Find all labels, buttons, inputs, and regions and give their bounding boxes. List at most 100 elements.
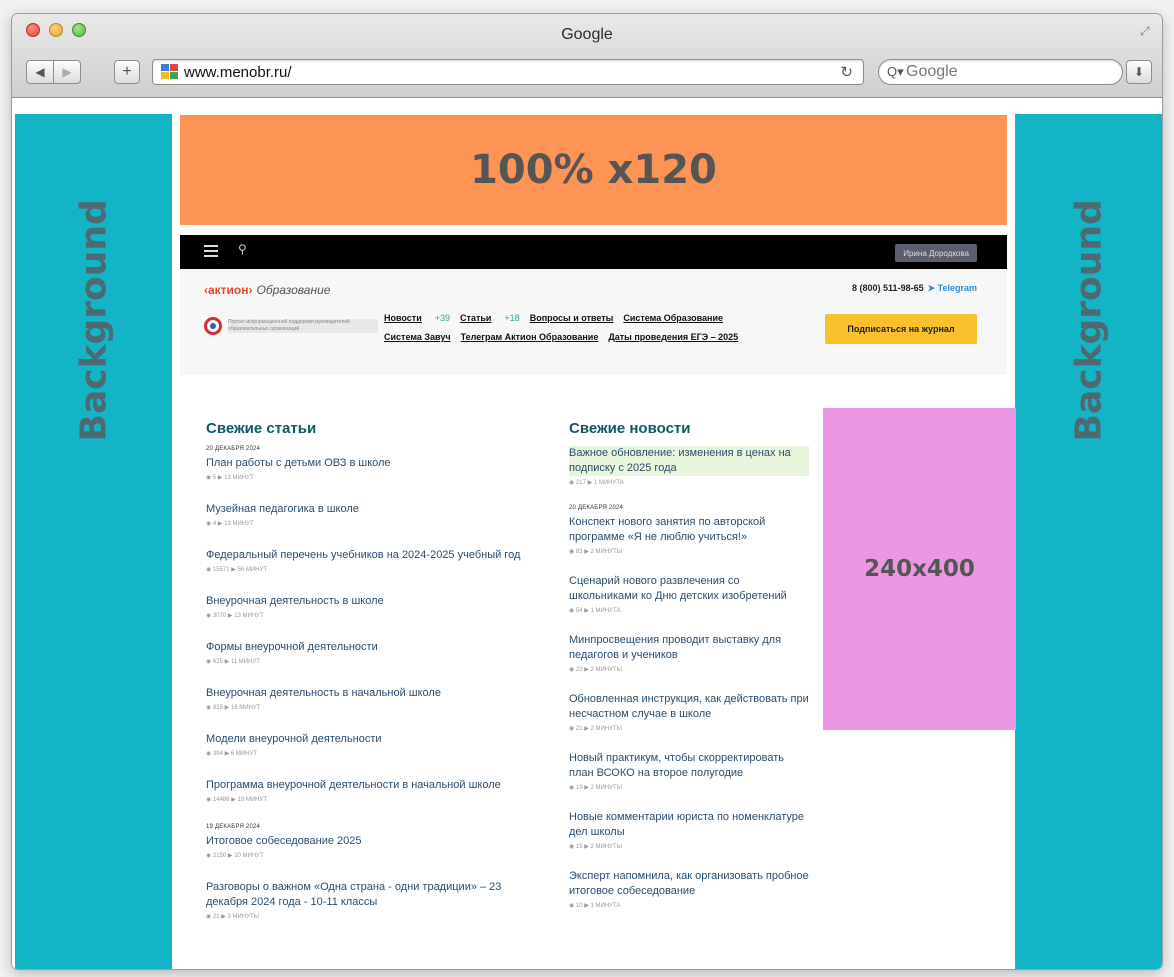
user-name: Ирина Дородкова xyxy=(903,248,969,258)
nav-link[interactable]: Телеграм Актион Образование xyxy=(461,332,599,342)
fresh-news-column: Свежие новости Важное обновление: измене… xyxy=(569,420,809,928)
menu-icon[interactable] xyxy=(204,245,218,257)
item-title-link[interactable]: Минпросвещения проводит выставку для пед… xyxy=(569,633,809,663)
item-title-link[interactable]: Эксперт напомнила, как организовать проб… xyxy=(569,869,809,899)
window-title: Google xyxy=(561,26,613,43)
item-title-link[interactable]: Новые комментарии юриста по номенклатуре… xyxy=(569,810,809,840)
nav-link[interactable]: Вопросы и ответы xyxy=(530,313,614,323)
background-left-label: Background xyxy=(73,199,115,442)
list-item: Формы внеурочной деятельности ◉ 625 ▶ 11 … xyxy=(206,640,546,665)
telegram-link[interactable]: ➤ Telegram xyxy=(928,283,977,293)
list-item: 20 ДЕКАБРЯ 2024 План работы с детьми ОВЗ … xyxy=(206,446,546,481)
list-item: Эксперт напомнила, как организовать проб… xyxy=(569,869,809,909)
background-right-label: Background xyxy=(1068,199,1110,442)
item-title-link[interactable]: Итоговое собеседование 2025 xyxy=(206,834,546,849)
back-button[interactable]: ◀ xyxy=(26,60,54,84)
forward-button[interactable]: ▶ xyxy=(53,60,81,84)
nav-count-badge: +39 xyxy=(434,313,451,323)
item-meta: ◉ 3070 ▶ 13 МИНУТ xyxy=(206,613,264,619)
item-title-link[interactable]: Новый практикум, чтобы скорректировать п… xyxy=(569,751,809,781)
item-title-link[interactable]: Важное обновление: изменения в ценах на … xyxy=(569,446,809,476)
list-item: Новый практикум, чтобы скорректировать п… xyxy=(569,751,809,791)
item-title-link[interactable]: План работы с детьми ОВЗ в школе xyxy=(206,456,546,471)
nav-link[interactable]: Новости xyxy=(384,313,422,323)
site-search-icon[interactable]: ⚲ xyxy=(238,242,247,256)
item-title-link[interactable]: Конспект нового занятия по авторской про… xyxy=(569,515,809,545)
nav-link[interactable]: Система Завуч xyxy=(384,332,451,342)
fullscreen-icon[interactable]: ⤢ xyxy=(1140,24,1154,38)
item-meta: ◉ 15571 ▶ 56 МИНУТ xyxy=(206,567,267,573)
item-title-link[interactable]: Формы внеурочной деятельности xyxy=(206,640,546,655)
item-meta: ◉ 10 ▶ 1 МИНУТА xyxy=(569,903,621,909)
item-title-link[interactable]: Модели внеурочной деятельности xyxy=(206,732,546,747)
downloads-button[interactable]: ⬇ xyxy=(1126,60,1152,84)
item-meta: ◉ 394 ▶ 6 МИНУТ xyxy=(206,751,257,757)
list-item: Внеурочная деятельность в начальной школ… xyxy=(206,686,546,711)
nav-link[interactable]: Даты проведения ЕГЭ – 2025 xyxy=(608,332,738,342)
item-meta: ◉ 83 ▶ 2 МИНУТЫ xyxy=(569,549,622,555)
list-item: Модели внеурочной деятельности ◉ 394 ▶ 6 … xyxy=(206,732,546,757)
list-item: Внеурочная деятельность в школе ◉ 3070 ▶ … xyxy=(206,594,546,619)
side-banner-placeholder: 240x400 xyxy=(823,408,1016,730)
phone-number: 8 (800) 511-98-65 xyxy=(852,283,924,293)
list-item: Минпросвещения проводит выставку для пед… xyxy=(569,633,809,673)
item-meta: ◉ 21 ▶ 2 МИНУТЫ xyxy=(569,726,622,732)
list-item: 20 ДЕКАБРЯ 2024 Конспект нового занятия п… xyxy=(569,505,809,555)
date-heading: 19 ДЕКАБРЯ 2024 xyxy=(206,824,261,830)
item-meta: ◉ 217 ▶ 1 МИНУТА xyxy=(569,480,624,486)
list-item: Обновленная инструкция, как действовать … xyxy=(569,692,809,732)
url-text: www.menobr.ru/ xyxy=(184,64,292,81)
list-item: Федеральный перечень учебников на 2024-2… xyxy=(206,548,546,573)
logo-sub: Образование xyxy=(256,283,331,297)
contact-phone[interactable]: 8 (800) 511-98-65 ➤ Telegram xyxy=(852,283,977,294)
main-navigation: Новости +39 Статьи +18 Вопросы и ответы Систе… xyxy=(384,313,764,351)
browser-window: Google ⤢ ◀ ▶ + www.menobr.ru/ ↻ Q▾ Googl… xyxy=(12,14,1162,969)
search-icon: Q▾ xyxy=(887,64,904,79)
search-field[interactable]: Q▾ Google xyxy=(878,59,1123,85)
articles-list: 20 ДЕКАБРЯ 2024 План работы с детьми ОВЗ … xyxy=(206,446,546,920)
item-meta: ◉ 15 ▶ 2 МИНУТЫ xyxy=(569,844,622,850)
logo-main: ‹актион› xyxy=(204,283,253,297)
add-bookmark-button[interactable]: + xyxy=(114,60,140,84)
nav-link[interactable]: Система Образование xyxy=(623,313,723,323)
portal-emblem-text: Портал информационной поддержки руководи… xyxy=(228,319,378,333)
item-meta: ◉ 19 ▶ 2 МИНУТЫ xyxy=(569,785,622,791)
telegram-label: Telegram xyxy=(937,283,977,293)
nav-link[interactable]: Статьи xyxy=(460,313,491,323)
google-favicon-icon xyxy=(161,64,178,79)
item-meta: ◉ 2150 ▶ 10 МИНУТ xyxy=(206,853,264,859)
item-title-link[interactable]: Сценарий нового развлечения со школьника… xyxy=(569,574,809,604)
page-viewport: Background Background 100% x120 ⚲ Ирина … xyxy=(12,99,1162,969)
aktion-logo[interactable]: ‹актион› Образование xyxy=(204,283,330,297)
item-title-link[interactable]: Федеральный перечень учебников на 2024-2… xyxy=(206,548,546,563)
user-account-button[interactable]: Ирина Дородкова xyxy=(895,244,977,262)
item-meta: ◉ 54 ▶ 1 МИНУТА xyxy=(569,608,621,614)
date-heading: 20 ДЕКАБРЯ 2024 xyxy=(206,446,261,452)
portal-emblem: Портал информационной поддержки руководи… xyxy=(204,315,379,337)
site-header: ‹актион› Образование 8 (800) 511-98-65 ➤ T… xyxy=(180,269,1007,375)
top-banner-label: 100% x120 xyxy=(470,147,717,193)
fresh-news-title: Свежие новости xyxy=(569,420,691,437)
list-item: Разговоры о важном «Одна страна - одни т… xyxy=(206,880,546,920)
item-title-link[interactable]: Обновленная инструкция, как действовать … xyxy=(569,692,809,722)
list-item: Программа внеурочной деятельности в нача… xyxy=(206,778,546,803)
website: ⚲ Ирина Дородкова ‹актион› Образование 8 … xyxy=(180,235,1016,969)
subscribe-button[interactable]: Подписаться на журнал xyxy=(825,314,977,344)
item-meta: ◉ 23 ▶ 2 МИНУТЫ xyxy=(569,667,622,673)
nav-row-2: Система Завуч Телеграм Актион Образование… xyxy=(384,332,764,342)
browser-chrome: Google ⤢ ◀ ▶ + www.menobr.ru/ ↻ Q▾ Googl… xyxy=(12,14,1162,98)
item-meta: ◉ 14486 ▶ 19 МИНУТ xyxy=(206,797,267,803)
item-title-link[interactable]: Музейная педагогика в школе xyxy=(206,502,546,517)
news-list: Важное обновление: изменения в ценах на … xyxy=(569,446,809,909)
item-meta: ◉ 625 ▶ 11 МИНУТ xyxy=(206,659,260,665)
item-title-link[interactable]: Разговоры о важном «Одна страна - одни т… xyxy=(206,880,546,910)
background-left-placeholder: Background xyxy=(15,114,172,969)
item-meta: ◉ 21 ▶ 3 МИНУТЫ xyxy=(206,914,259,920)
item-title-link[interactable]: Программа внеурочной деятельности в нача… xyxy=(206,778,546,793)
item-title-link[interactable]: Внеурочная деятельность в начальной школ… xyxy=(206,686,546,701)
list-item: Музейная педагогика в школе ◉ 4 ▶ 13 МИНУ… xyxy=(206,502,546,527)
top-banner-placeholder: 100% x120 xyxy=(180,115,1007,225)
address-bar[interactable]: www.menobr.ru/ ↻ xyxy=(152,59,864,85)
item-title-link[interactable]: Внеурочная деятельность в школе xyxy=(206,594,546,609)
reload-icon[interactable]: ↻ xyxy=(840,63,853,81)
